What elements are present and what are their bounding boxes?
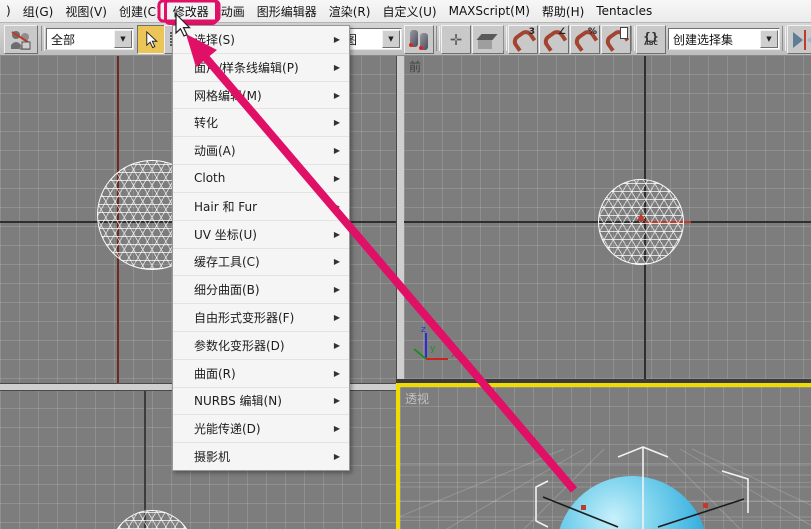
- select-object-button[interactable]: [137, 25, 167, 54]
- menu-bar: ) 组(G) 视图(V) 创建(C) 修改器 动画 图形编辑器 渲染(R) 自定…: [0, 0, 811, 23]
- spinner-snap-button[interactable]: [601, 25, 631, 54]
- menu-item-cameras[interactable]: 摄影机▶: [173, 443, 349, 470]
- named-selection-sets-button[interactable]: {} ABC: [636, 25, 666, 54]
- menu-item-surface[interactable]: 曲面(R)▶: [173, 360, 349, 388]
- toolbar-separator: [436, 26, 440, 51]
- y-axis-label: y: [430, 344, 436, 354]
- submenu-arrow-icon: ▶: [334, 396, 340, 405]
- toolbar-separator: [503, 26, 507, 51]
- menubar-item-maxscript[interactable]: MAXScript(M): [443, 2, 536, 20]
- menu-item-nurbs-editing[interactable]: NURBS 编辑(N)▶: [173, 388, 349, 416]
- selection-set-value: 创建选择集: [669, 31, 759, 48]
- submenu-arrow-icon: ▶: [334, 35, 340, 44]
- manipulate-cross-icon: ✛: [450, 31, 463, 49]
- wireframe-sphere[interactable]: [110, 510, 194, 529]
- submenu-arrow-icon: ▶: [334, 369, 340, 378]
- menubar-item-create[interactable]: 创建(C): [113, 1, 167, 22]
- mirror-button[interactable]: [787, 25, 811, 54]
- 3dsmax-window: ) 组(G) 视图(V) 创建(C) 修改器 动画 图形编辑器 渲染(R) 自定…: [0, 0, 811, 529]
- main-toolbar: 全部 ▼ 视图 ▼ ✛: [0, 22, 811, 56]
- selection-filter-value: 全部: [47, 31, 113, 48]
- x-axis-label: x: [451, 350, 457, 360]
- menubar-item-partial[interactable]: ): [0, 2, 17, 20]
- mirror-icon: [793, 30, 811, 50]
- submenu-arrow-icon: ▶: [334, 91, 340, 100]
- viewport-perspective-label[interactable]: 透视: [405, 390, 429, 407]
- z-axis-label: z: [421, 325, 426, 335]
- object-axis-marker-icon: [636, 213, 646, 223]
- menu-item-mesh-editing[interactable]: 网格编辑(M)▶: [173, 82, 349, 110]
- chevron-down-icon[interactable]: ▼: [114, 30, 132, 48]
- chevron-down-icon[interactable]: ▼: [382, 30, 400, 48]
- menu-item-select[interactable]: 选择(S)▶: [173, 26, 349, 54]
- menubar-item-rendering[interactable]: 渲染(R): [323, 1, 377, 22]
- menubar-item-group[interactable]: 组(G): [17, 1, 60, 22]
- snap-3d-badge: 3: [529, 27, 535, 37]
- menubar-item-tentacles[interactable]: Tentacles: [590, 2, 658, 20]
- submenu-arrow-icon: ▶: [334, 341, 340, 350]
- select-and-manipulate-button[interactable]: ✛: [441, 25, 471, 54]
- viewport-front[interactable]: 前 z x y: [404, 55, 811, 381]
- modifiers-dropdown-menu: 选择(S)▶ 面片/样条线编辑(P)▶ 网格编辑(M)▶ 转化▶ 动画(A)▶ …: [172, 25, 350, 471]
- menu-item-uv-coordinates[interactable]: UV 坐标(U)▶: [173, 221, 349, 249]
- menu-item-radiosity[interactable]: 光能传递(D)▶: [173, 415, 349, 443]
- percent-badge: %: [588, 27, 597, 37]
- toolbar-separator: [631, 26, 635, 51]
- select-cursor-icon: [144, 31, 160, 49]
- submenu-arrow-icon: ▶: [334, 146, 340, 155]
- menu-item-animation[interactable]: 动画(A)▶: [173, 137, 349, 165]
- grid-origin-vertical-line: [144, 389, 146, 529]
- spinner-badge: [620, 27, 628, 39]
- menubar-item-help[interactable]: 帮助(H): [536, 1, 590, 22]
- submenu-arrow-icon: ▶: [334, 202, 340, 211]
- two-figures-button[interactable]: [4, 25, 38, 54]
- viewport-perspective[interactable]: 透视: [396, 383, 811, 529]
- menu-item-cache-tools[interactable]: 缓存工具(C)▶: [173, 249, 349, 277]
- menu-item-hair-fur[interactable]: Hair 和 Fur▶: [173, 193, 349, 221]
- menu-item-conversion[interactable]: 转化▶: [173, 109, 349, 137]
- submenu-arrow-icon: ▶: [334, 452, 340, 461]
- submenu-arrow-icon: ▶: [334, 257, 340, 266]
- submenu-arrow-icon: ▶: [334, 424, 340, 433]
- submenu-arrow-icon: ▶: [334, 174, 340, 183]
- submenu-arrow-icon: ▶: [334, 313, 340, 322]
- submenu-arrow-icon: ▶: [334, 118, 340, 127]
- snap-toggle-3d-button[interactable]: 3: [508, 25, 538, 54]
- selection-brackets: [400, 387, 811, 529]
- two-figures-icon: [9, 29, 33, 51]
- submenu-arrow-icon: ▶: [334, 285, 340, 294]
- menubar-item-modifiers[interactable]: 修改器: [167, 1, 215, 22]
- menubar-item-views[interactable]: 视图(V): [59, 1, 113, 22]
- menu-item-parametric-deformers[interactable]: 参数化变形器(D)▶: [173, 332, 349, 360]
- use-pivot-center-button[interactable]: [404, 25, 434, 54]
- named-selection-set-combo[interactable]: 创建选择集 ▼: [668, 28, 780, 50]
- menu-item-cloth[interactable]: Cloth▶: [173, 165, 349, 193]
- viewport-front-label[interactable]: 前: [409, 58, 421, 75]
- keyboard-box-icon: [475, 29, 501, 51]
- selection-filter-dropdown[interactable]: 全部 ▼: [46, 28, 134, 50]
- submenu-arrow-icon: ▶: [334, 63, 340, 72]
- menubar-item-customize[interactable]: 自定义(U): [376, 1, 442, 22]
- chevron-down-icon[interactable]: ▼: [760, 30, 778, 48]
- menu-item-free-form-deformers[interactable]: 自由形式变形器(F)▶: [173, 304, 349, 332]
- menu-item-subdivision-surfaces[interactable]: 细分曲面(B)▶: [173, 276, 349, 304]
- toolbar-separator: [782, 26, 786, 51]
- menubar-item-animation[interactable]: 动画: [215, 1, 251, 22]
- keyboard-override-button[interactable]: [472, 25, 504, 54]
- submenu-arrow-icon: ▶: [334, 230, 340, 239]
- angle-badge: ∠: [558, 27, 566, 37]
- pivot-center-icon: [408, 30, 430, 50]
- menubar-item-graph-editors[interactable]: 图形编辑器: [251, 1, 323, 22]
- named-selection-sets-icon: {} ABC: [643, 32, 659, 47]
- toolbar-separator: [41, 26, 45, 51]
- world-axis-tripod: z x y: [406, 323, 462, 367]
- percent-snap-button[interactable]: %: [570, 25, 600, 54]
- menu-item-patch-spline-edit[interactable]: 面片/样条线编辑(P)▶: [173, 54, 349, 82]
- angle-snap-button[interactable]: ∠: [539, 25, 569, 54]
